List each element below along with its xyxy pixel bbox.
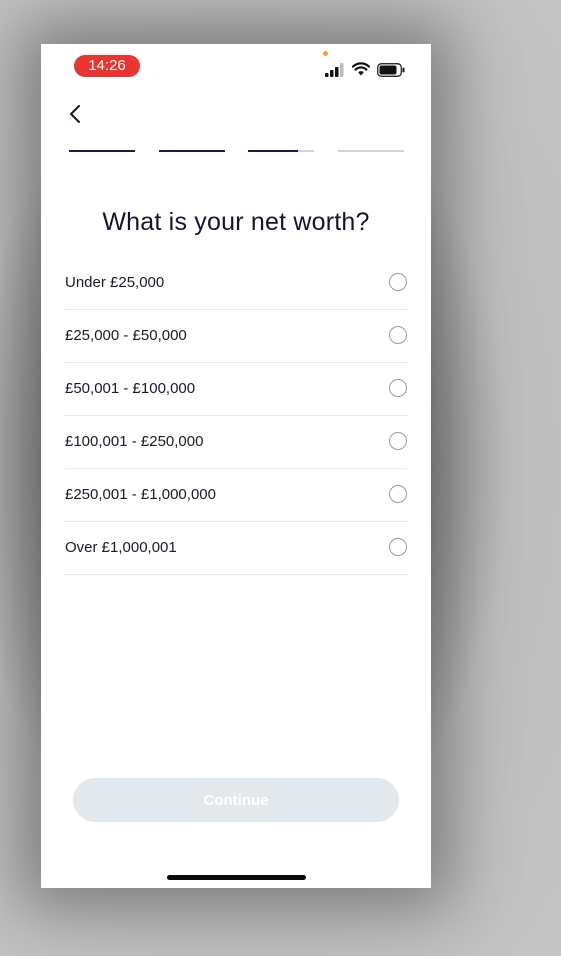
question-title: What is your net worth?: [102, 208, 370, 236]
progress-segment: [248, 150, 314, 152]
option-row[interactable]: Under £25,000: [65, 257, 407, 310]
wifi-icon: [352, 62, 370, 76]
progress-segment: [69, 150, 135, 152]
option-label: £50,001 - £100,000: [65, 380, 196, 397]
option-row[interactable]: £250,001 - £1,000,000: [65, 469, 407, 522]
option-label: Under £25,000: [65, 274, 165, 291]
radio-button[interactable]: [389, 485, 407, 503]
step-progress: [69, 150, 404, 153]
status-time: 14:26: [74, 55, 140, 77]
radio-button[interactable]: [389, 538, 407, 556]
radio-button[interactable]: [389, 326, 407, 344]
option-label: £250,001 - £1,000,000: [65, 486, 216, 503]
radio-button[interactable]: [389, 273, 407, 291]
option-label: £25,000 - £50,000: [65, 327, 187, 344]
option-row[interactable]: £50,001 - £100,000: [65, 363, 407, 416]
progress-segment: [338, 150, 404, 152]
chevron-left-icon: [70, 105, 80, 123]
progress-fill: [248, 150, 298, 152]
option-label: £100,001 - £250,000: [65, 433, 204, 450]
progress-fill: [69, 150, 135, 152]
radio-button[interactable]: [389, 432, 407, 450]
option-row[interactable]: £25,000 - £50,000: [65, 310, 407, 363]
progress-segment: [159, 150, 225, 152]
back-button[interactable]: [61, 100, 89, 128]
radio-button[interactable]: [389, 379, 407, 397]
options-list: Under £25,000 £25,000 - £50,000 £50,001 …: [65, 257, 407, 575]
status-bar: 14:26: [41, 44, 431, 88]
mic-indicator-dot: [323, 51, 328, 56]
battery-icon: [377, 63, 405, 77]
continue-button[interactable]: Continue: [73, 778, 399, 822]
progress-fill: [159, 150, 225, 152]
option-row[interactable]: Over £1,000,001: [65, 522, 407, 575]
phone-screen: 14:26 What is your net worth? Under £25,…: [41, 44, 431, 888]
option-label: Over £1,000,001: [65, 539, 177, 556]
home-indicator: [167, 875, 306, 880]
option-row[interactable]: £100,001 - £250,000: [65, 416, 407, 469]
cellular-signal-icon: [325, 63, 344, 77]
